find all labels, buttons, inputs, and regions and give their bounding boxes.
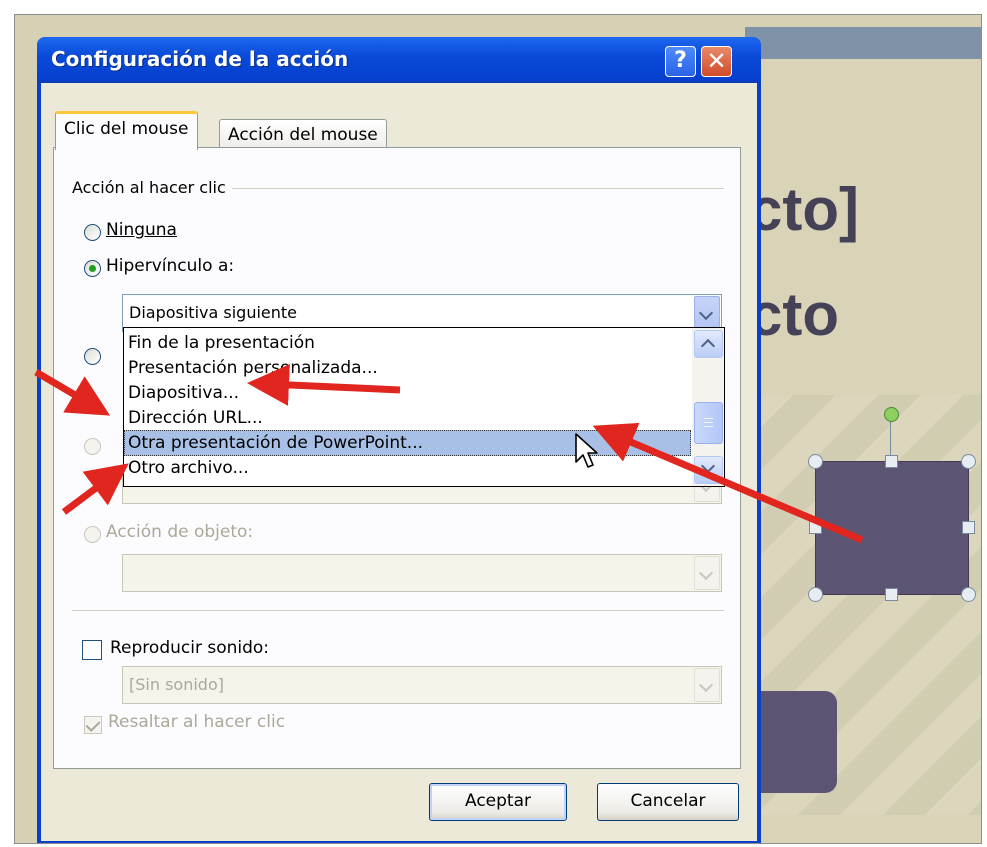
- radio-hyperlink-label[interactable]: Hipervínculo a:: [106, 256, 234, 276]
- object-action-select: [122, 554, 722, 592]
- divider: [72, 610, 724, 611]
- resize-handle-left[interactable]: [809, 521, 822, 534]
- list-item[interactable]: Dirección URL...: [124, 405, 691, 431]
- scroll-up-button[interactable]: [694, 330, 723, 358]
- hyperlink-select-value: Diapositiva siguiente: [129, 303, 297, 322]
- slide-title-line-1: cto]: [749, 176, 859, 243]
- radio-run-program[interactable]: [84, 348, 101, 365]
- chevron-down-icon: [700, 458, 716, 474]
- radio-none-label[interactable]: Ninguna: [106, 220, 177, 240]
- radio-object-action: [84, 526, 101, 543]
- radio-none[interactable]: [84, 224, 101, 241]
- checkmark-icon: [85, 717, 101, 732]
- sound-select: [Sin sonido]: [122, 666, 722, 704]
- ok-button[interactable]: Aceptar: [429, 783, 567, 821]
- resize-handle-top[interactable]: [885, 455, 898, 468]
- close-button[interactable]: ✕: [701, 46, 732, 77]
- hyperlink-dropdown-list: Fin de la presentación Presentación pers…: [123, 327, 725, 487]
- highlight-label: Resaltar al hacer clic: [108, 712, 286, 732]
- chevron-down-icon: [694, 556, 720, 590]
- list-item-selected[interactable]: Otra presentación de PowerPoint...: [124, 430, 691, 456]
- list-item[interactable]: Otro archivo...: [124, 455, 691, 481]
- action-settings-dialog: Configuración de la acción ? ✕ Clic del …: [37, 37, 761, 843]
- list-item[interactable]: Fin de la presentación: [124, 330, 691, 356]
- desktop-screen: cto] cto Configuración de la acción ? ✕ …: [14, 14, 982, 844]
- resize-handle-bottom-right[interactable]: [961, 587, 976, 602]
- dropdown-scrollbar[interactable]: [692, 328, 724, 486]
- radio-hyperlink[interactable]: [84, 260, 101, 277]
- selected-rectangle-shape[interactable]: [815, 461, 969, 595]
- sound-select-value: [Sin sonido]: [129, 675, 224, 694]
- mouse-pointer-icon: [575, 433, 598, 468]
- highlight-checkbox: [84, 716, 102, 734]
- radio-object-action-label: Acción de objeto:: [106, 522, 254, 542]
- slide-window-titlebar: [745, 27, 981, 59]
- resize-handle-top-left[interactable]: [808, 454, 823, 469]
- list-item[interactable]: Diapositiva...: [124, 380, 691, 406]
- list-item[interactable]: Presentación personalizada...: [124, 355, 691, 381]
- scroll-down-button[interactable]: [694, 456, 723, 484]
- tab-mouse-click[interactable]: Clic del mouse: [55, 111, 198, 150]
- dialog-titlebar[interactable]: Configuración de la acción ? ✕: [37, 37, 761, 83]
- play-sound-label[interactable]: Reproducir sonido:: [110, 638, 269, 658]
- cancel-button[interactable]: Cancelar: [597, 783, 739, 821]
- chevron-down-icon[interactable]: [694, 296, 720, 330]
- group-label-action: Acción al hacer clic: [72, 178, 232, 197]
- resize-handle-top-right[interactable]: [961, 454, 976, 469]
- slide-title-line-2: cto: [749, 281, 839, 348]
- play-sound-checkbox[interactable]: [82, 640, 102, 660]
- resize-handle-right[interactable]: [962, 521, 975, 534]
- chevron-up-icon: [700, 338, 716, 354]
- dialog-title: Configuración de la acción: [51, 47, 349, 71]
- resize-handle-bottom[interactable]: [885, 588, 898, 601]
- rotation-connector: [890, 419, 891, 459]
- radio-none-text: Ninguna: [106, 220, 177, 240]
- scrollbar-thumb[interactable]: [694, 402, 723, 444]
- rotation-handle[interactable]: [884, 407, 899, 422]
- radio-run-macro: [84, 438, 101, 455]
- resize-handle-bottom-left[interactable]: [808, 587, 823, 602]
- help-button[interactable]: ?: [665, 46, 696, 77]
- chevron-down-icon: [694, 668, 720, 702]
